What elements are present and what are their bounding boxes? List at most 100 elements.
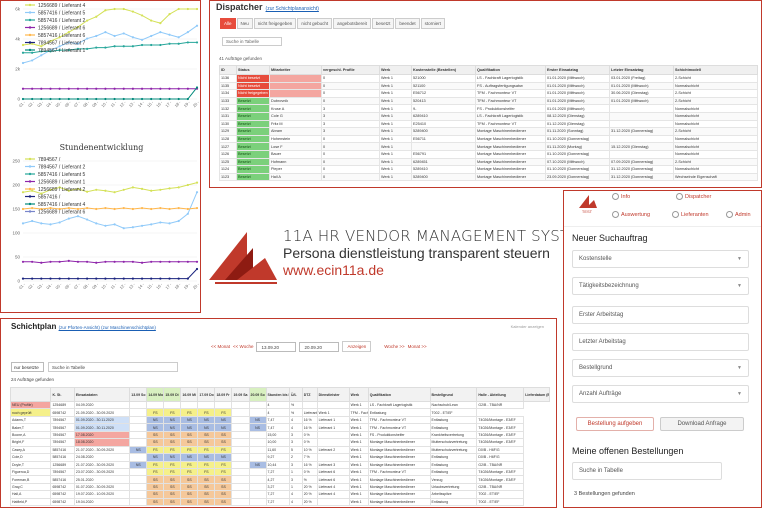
table-row[interactable]: 1128 Besetzt Hohenstein 0 Werk 1 E56711 Montag… xyxy=(219,134,758,144)
table-cell xyxy=(163,400,182,410)
table-row[interactable]: 1132 Besetzt Kruse A 3 Werk 1 9- FS - Produkti… xyxy=(219,104,758,113)
table-cell: 4 xyxy=(288,497,303,507)
table-cell: TFM - Fachmonteur VT xyxy=(367,423,431,432)
table-row[interactable]: Casey,A 5857416 21.07.2020 - 30.09.2020 NS F… xyxy=(9,445,550,455)
table-row[interactable]: 1134 Nicht freigegeben 0 Werk 1 E56712 TFM - … xyxy=(219,89,758,98)
download-request-button[interactable]: Download Anfrage xyxy=(660,417,744,431)
table-cell: 1133 xyxy=(219,96,237,106)
table-cell: SS xyxy=(180,482,199,492)
calendar-link[interactable]: Kalender anzeigen xyxy=(511,324,544,329)
table-row[interactable]: 1131 Besetzt Cole G 3 Werk 1 6289410 LS - Fach… xyxy=(219,111,758,121)
anzahl-select[interactable]: Anzahl Aufträge ▼ xyxy=(572,385,749,403)
table-cell: Adams,T xyxy=(9,415,52,425)
table-cell: Werk 1 xyxy=(379,104,412,113)
table-cell: 01.01.2020 (Mittwoch) xyxy=(545,89,610,98)
kostenstelle-select[interactable]: Kostenstelle ▼ xyxy=(572,250,749,268)
table-row[interactable]: Baker,T 7894567 01.09.2020 - 30.11.2020 NS N… xyxy=(9,423,550,432)
show-button[interactable]: Anzeigen xyxy=(342,341,372,352)
table-row[interactable]: 1127 Besetzt Lose F 0 Werk 1 Montage Maschine… xyxy=(219,142,758,151)
chart-icon xyxy=(612,211,619,218)
table-row[interactable]: Hall,A 6598742 19.07.2020 - 10.09.2020 SS SS… xyxy=(9,490,550,499)
hours-chart: 25020015010050001 -02 -03 -04 -05 -06 -0… xyxy=(12,157,200,290)
tab-nicht-freigegeben[interactable]: nicht freigegeben xyxy=(253,18,297,29)
last-day-input[interactable]: Letzter Arbeitstag xyxy=(572,333,749,351)
table-row[interactable]: 1135 Nicht besetzt 0 Werk 1 521100 FS - Auftr… xyxy=(219,81,758,91)
next-month-link[interactable]: Monat >> xyxy=(408,344,427,349)
table-cell: Hatfield,P xyxy=(9,497,52,507)
schichtplan-search-input[interactable]: Suche in Tabelle xyxy=(48,362,178,372)
tab-nicht-gebucht[interactable]: nicht gebucht xyxy=(297,18,333,29)
prev-week-link[interactable]: << Woche xyxy=(233,344,253,349)
tab-angebotsbereit[interactable]: angebotsbereit xyxy=(333,18,371,29)
table-cell: Werk 1 xyxy=(379,142,412,151)
date-from-input[interactable]: 13.09.20 xyxy=(256,341,297,352)
table-cell: Montage Maschinenbediener xyxy=(475,134,546,144)
table-row[interactable]: 1129 Besetzt Abram 3 Werk 1 5289400 Montage Ma… xyxy=(219,127,758,136)
table-row[interactable]: 1124 Besetzt Pieper 0 Werk 1 5289410 Montage M… xyxy=(219,165,758,174)
table-cell: 07.10.2020 (Mittwoch) xyxy=(545,157,610,167)
tab-storniert[interactable]: storniert xyxy=(420,18,445,29)
nav-auswertung[interactable]: Auswertung xyxy=(612,211,650,218)
legend-label: 7894567 / Lieferant 2 xyxy=(38,164,85,170)
next-week-link[interactable]: Woche >> xyxy=(384,344,404,349)
first-day-input[interactable]: Erster Arbeitstag xyxy=(572,306,749,324)
data-point xyxy=(159,97,162,101)
legend-label: 1256689 / Lieferant 6 xyxy=(38,209,85,215)
tab-neu[interactable]: Neu xyxy=(236,18,253,29)
table-row[interactable]: Adams,T 7894567 01.09.2020 - 30.11.2020 NS N… xyxy=(9,415,550,425)
submit-order-button[interactable]: Bestellung aufgeben xyxy=(576,417,654,431)
table-row[interactable]: 1125 Besetzt Hofmann 0 Werk 1 6289451 Montage … xyxy=(219,157,758,167)
tab-besetzt[interactable]: besetzt xyxy=(371,18,395,29)
prev-month-link[interactable]: << Monat xyxy=(211,344,230,349)
pforten-view-link[interactable]: (zur Pforten-Ansicht) (zur Maschinenschi… xyxy=(59,325,156,330)
dispatcher-search-input[interactable]: Suche in Tabelle xyxy=(222,37,282,46)
tab-beendet[interactable]: beendet xyxy=(395,18,420,29)
table-cell xyxy=(248,453,267,462)
table-row[interactable]: Bright,F 7894567 18.08.2020 SS SS SS SS SS 10,00… xyxy=(9,438,550,447)
nav-admin[interactable]: Admin xyxy=(726,211,751,218)
table-row[interactable]: Foreman,B 5857416 25.01.2020 SS SS SS SS SS 4,27… xyxy=(9,475,550,484)
table-cell xyxy=(231,453,250,462)
bestellgrund-select[interactable]: Bestellgrund ▼ xyxy=(572,359,749,377)
column-header: DTZ xyxy=(301,387,318,402)
table-row[interactable]: 1126 Besetzt Bauer 0 Werk 1 E56791 Montage Mas… xyxy=(219,149,758,159)
table-row[interactable]: Cole,D 5857416 24.08.2020 NS NS NS NS NS 9,27 2 7 … xyxy=(9,453,550,462)
table-cell: T4026/Montage - E3/EF xyxy=(476,467,525,477)
data-point xyxy=(76,97,80,101)
nav-dispatcher[interactable]: Dispatcher xyxy=(676,193,711,200)
banner-url-link[interactable]: www.ecin11a.de xyxy=(283,262,384,278)
date-to-input[interactable]: 20.09.20 xyxy=(299,341,340,352)
table-row[interactable]: noch geprüft 6598742 21.09.2020 - 30.09.20… xyxy=(9,408,550,417)
data-point xyxy=(150,19,153,22)
table-row[interactable]: 1136 Nicht besetzt 0 Werk 1 521000 LS - Fachk… xyxy=(219,74,758,83)
taetigkeit-label: Tätigkeitsbezeichnung xyxy=(579,283,639,289)
table-row[interactable]: Gray,C 6598742 01.07.2020 - 30.09.2020 SS SS… xyxy=(9,482,550,492)
data-point xyxy=(168,260,171,263)
nav-lieferanten[interactable]: Lieferanten xyxy=(672,211,709,218)
table-row[interactable]: 1133 Besetzt Dubrovnik 0 Werk 1 520413 TFM - F… xyxy=(219,96,758,106)
column-header: Qualifikation xyxy=(475,65,546,75)
table-cell: Montage Maschinenbediener xyxy=(367,497,431,507)
table-row[interactable]: Doyle,T 1256689 21.07.2020 - 30.09.2020 NS F… xyxy=(9,460,550,469)
table-cell: Besetzt xyxy=(236,111,270,121)
table-row[interactable]: 1130 Besetzt Fritz M 3 Werk 1 E25410 TFM - Fac… xyxy=(219,119,758,129)
table-cell: E56791 xyxy=(411,149,476,159)
table-row[interactable]: 1123 Besetzt Hall A 0 Werk 1 5289400 Montage M… xyxy=(219,172,758,182)
tab-alle[interactable]: Alle xyxy=(220,18,236,29)
data-point xyxy=(21,51,25,54)
table-row[interactable]: Figueroa,D 7894567 23.07.2020 - 30.09.2020… xyxy=(9,467,550,477)
table-row[interactable]: Hatfield,P 6598742 19.04.2020 SS SS SS SS SS 7,2… xyxy=(9,497,550,507)
table-row[interactable]: Boone,A 7894567 17.08.2020 SS SS SS SS SS 15,00 3… xyxy=(9,430,550,440)
taetigkeit-select[interactable]: Tätigkeitsbezeichnung ▼ xyxy=(572,277,749,295)
orders-search-input[interactable]: Suche in Tabelle xyxy=(572,462,722,480)
data-point xyxy=(49,223,52,226)
schichtplan-view-link[interactable]: (zur Schichtplanansicht) xyxy=(266,6,319,12)
filter-select[interactable]: nur besetzte xyxy=(11,362,44,372)
table-cell xyxy=(231,490,250,499)
nav-info[interactable]: Info xyxy=(612,193,630,200)
table-cell: SS xyxy=(197,475,216,484)
table-row[interactable]: NEU (Profile) 1254689 04.09.2020 4% Werk 1 LS… xyxy=(9,400,550,410)
table-cell: 16 % xyxy=(301,415,318,425)
data-point xyxy=(95,207,98,211)
data-point xyxy=(195,7,199,11)
